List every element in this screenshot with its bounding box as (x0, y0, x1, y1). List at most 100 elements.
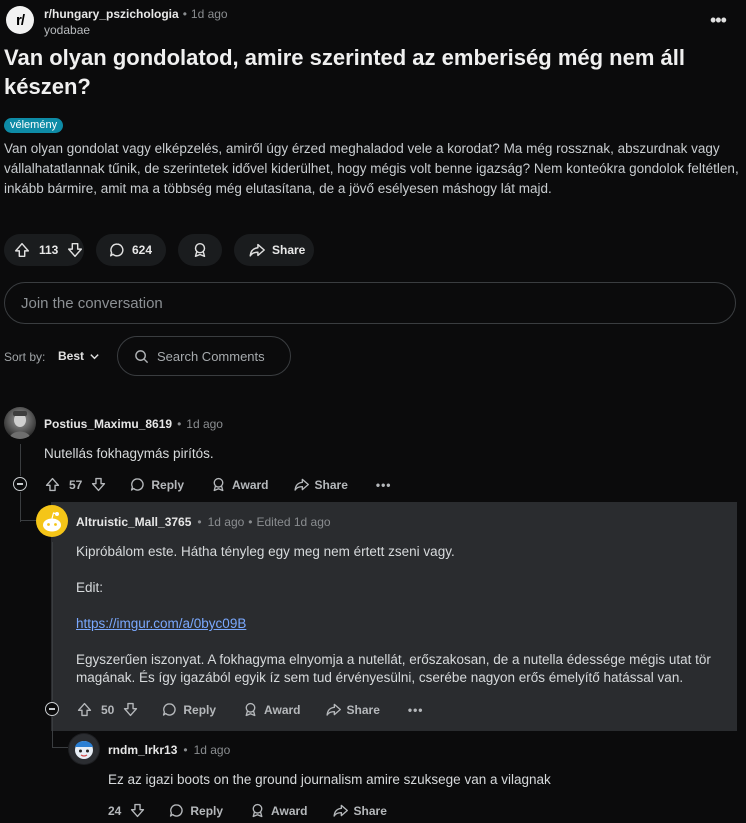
share-label: Share (353, 803, 387, 818)
share-button[interactable]: Share (234, 234, 314, 266)
reply-label: Reply (190, 803, 224, 818)
vote-count: 113 (39, 243, 59, 257)
edited-note: Edited 1d ago (256, 515, 331, 529)
share-icon (325, 701, 342, 718)
upvote-icon[interactable] (13, 241, 31, 259)
award-icon (191, 241, 209, 259)
comments-button[interactable]: 624 (96, 234, 166, 266)
comment-text: Edit: (76, 580, 104, 595)
join-conversation-input[interactable]: Join the conversation (4, 282, 736, 324)
comment-time: 1d ago (193, 743, 231, 757)
comment-actions: 50 Reply Award Share ••• (76, 701, 423, 718)
comment-header: Altruistic_Mall_3765 • 1d ago • Edited 1d ag… (76, 515, 331, 529)
downvote-icon[interactable] (122, 701, 139, 718)
subreddit-name[interactable]: r/hungary_pszichologia (44, 7, 179, 21)
vote-control: 50 (76, 701, 139, 718)
thread-line (52, 717, 53, 747)
thread-line (52, 542, 53, 700)
comment-author[interactable]: Altruistic_Mall_3765 (76, 515, 191, 529)
more-options-icon[interactable]: ••• (408, 703, 424, 717)
user-avatar[interactable] (4, 407, 36, 439)
sort-value: Best (58, 349, 85, 363)
post-time: 1d ago (190, 7, 228, 21)
collapse-thread-icon[interactable] (13, 477, 27, 491)
share-button[interactable]: Share (332, 802, 387, 819)
award-button[interactable]: Award (242, 701, 301, 718)
comment-time: 1d ago (207, 515, 245, 529)
share-label: Share (314, 477, 348, 492)
post-meta: r/hungary_pszichologia • 1d ago (44, 7, 228, 21)
comment-icon (129, 476, 146, 493)
vote-control: 57 (44, 476, 107, 493)
share-icon (248, 241, 266, 259)
comment-author[interactable]: Postius_Maximu_8619 (44, 417, 172, 431)
award-button[interactable] (178, 234, 222, 266)
upvote-icon[interactable] (76, 701, 93, 718)
comment-author[interactable]: rndm_lrkr13 (108, 743, 177, 757)
subreddit-avatar[interactable]: r/ (6, 6, 34, 34)
user-avatar[interactable] (36, 505, 68, 537)
user-avatar[interactable] (68, 733, 100, 765)
comment-text: Ez az igazi boots on the ground journali… (108, 772, 551, 787)
sort-label: Sort by: (4, 350, 46, 364)
award-icon (210, 476, 227, 493)
thread-branch (52, 747, 68, 748)
reply-button[interactable]: Reply (161, 701, 216, 718)
share-icon (293, 476, 310, 493)
comment-text: Egyszerűen iszonyat. A fokhagyma elnyomj… (76, 652, 711, 685)
search-icon (134, 349, 149, 364)
comment-text: Nutellás fokhagymás pirítós. (44, 446, 214, 461)
vote-count: 50 (101, 702, 115, 717)
post-title: Van olyan gondolatod, amire szerinted az… (4, 45, 685, 99)
more-options-icon[interactable]: ••• (376, 478, 392, 492)
post-author[interactable]: yodabae (44, 23, 90, 37)
upvote-icon[interactable] (44, 476, 61, 493)
more-options-icon[interactable]: ••• (710, 10, 727, 31)
award-button[interactable]: Award (249, 802, 308, 819)
award-label: Award (232, 477, 269, 492)
award-icon (242, 701, 259, 718)
downvote-icon[interactable] (66, 241, 84, 259)
thread-line (20, 492, 21, 522)
comment-actions: 24 Reply Award Share (108, 802, 387, 819)
downvote-icon[interactable] (90, 476, 107, 493)
reply-label: Reply (183, 702, 217, 717)
sort-dropdown[interactable]: Best (58, 349, 100, 363)
comments-count: 624 (132, 243, 153, 257)
search-placeholder: Search Comments (157, 348, 265, 364)
share-button[interactable]: Share (293, 476, 348, 493)
comment-link[interactable]: https://imgur.com/a/0byc09B (76, 615, 246, 633)
join-placeholder: Join the conversation (21, 294, 163, 312)
post-flair[interactable]: vélemény (4, 118, 64, 133)
award-label: Award (271, 803, 308, 818)
vote-count: 24 (108, 803, 122, 818)
comment-icon (108, 241, 126, 259)
vote-control: 24 (108, 802, 146, 819)
award-icon (249, 802, 266, 819)
search-comments-input[interactable]: Search Comments (117, 336, 291, 376)
share-button[interactable]: Share (325, 701, 380, 718)
comment-icon (168, 802, 185, 819)
comment-icon (161, 701, 178, 718)
reply-label: Reply (151, 477, 185, 492)
collapse-thread-icon[interactable] (45, 702, 59, 716)
comment-actions: 57 Reply Award Share ••• (44, 476, 391, 493)
reply-button[interactable]: Reply (129, 476, 184, 493)
award-button[interactable]: Award (210, 476, 269, 493)
share-label: Share (272, 243, 306, 257)
post-body: Van olyan gondolat vagy elképzelés, amir… (4, 141, 739, 196)
downvote-icon[interactable] (129, 802, 146, 819)
comment-time: 1d ago (186, 417, 223, 431)
vote-control: 113 (4, 234, 84, 266)
chevron-down-icon (89, 351, 100, 362)
reply-button[interactable]: Reply (168, 802, 223, 819)
comment-header: rndm_lrkr13 • 1d ago (108, 743, 231, 757)
comment-header: Postius_Maximu_8619 • 1d ago (44, 417, 223, 431)
share-icon (332, 802, 349, 819)
thread-branch (20, 520, 36, 521)
thread-line (20, 444, 21, 476)
comment-text: Kipróbálom este. Hátha tényleg egy meg n… (76, 544, 455, 559)
share-label: Share (346, 702, 380, 717)
award-label: Award (264, 702, 301, 717)
vote-count: 57 (69, 477, 83, 492)
